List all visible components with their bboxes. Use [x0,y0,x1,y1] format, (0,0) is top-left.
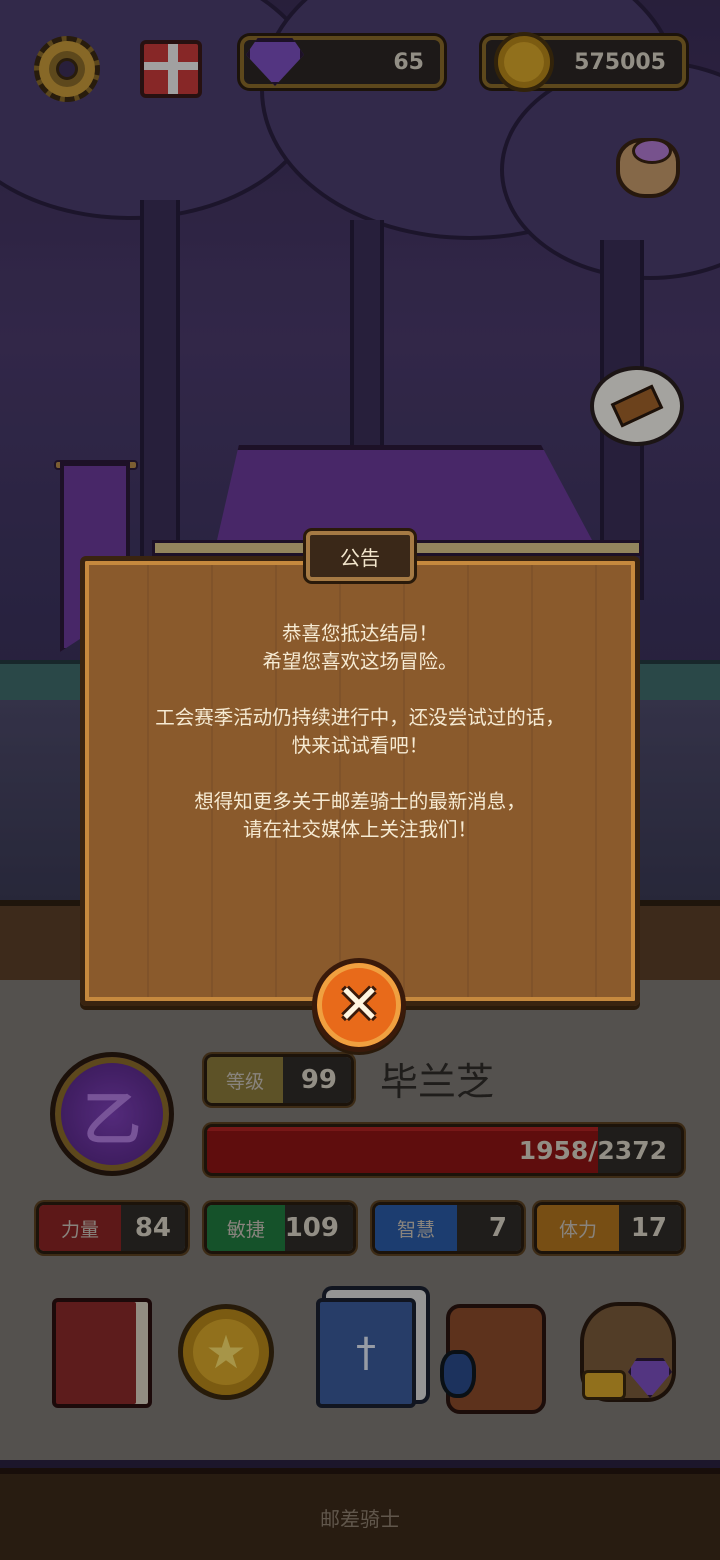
announcement-paragraph: 工会赛季活动仍持续进行中，还没尝试过的话， 快来试试看吧！ [100,704,620,760]
close-button[interactable]: ✕ [312,958,406,1052]
announcement-line: 恭喜您抵达结局！ [281,622,438,645]
announcement-line: 请在社交媒体上关注我们！ [242,818,477,841]
announcement-line: 想得知更多关于邮差骑士的最新消息， [194,790,526,813]
announcement-paragraph: 恭喜您抵达结局！ 希望您喜欢这场冒险。 [100,620,620,676]
dialog-title-text: 公告 [340,545,380,570]
announcement-line: 希望您喜欢这场冒险。 [262,650,458,673]
dialog-title: 公告 [306,531,414,581]
announcement-line: 快来试试看吧！ [291,734,429,757]
dialog-body: 恭喜您抵达结局！ 希望您喜欢这场冒险。 工会赛季活动仍持续进行中，还没尝试过的话… [100,620,620,872]
close-x-icon: ✕ [336,973,382,1036]
announcement-paragraph: 想得知更多关于邮差骑士的最新消息， 请在社交媒体上关注我们！ [100,788,620,844]
announcement-line: 工会赛季活动仍持续进行中，还没尝试过的话， [155,706,565,729]
